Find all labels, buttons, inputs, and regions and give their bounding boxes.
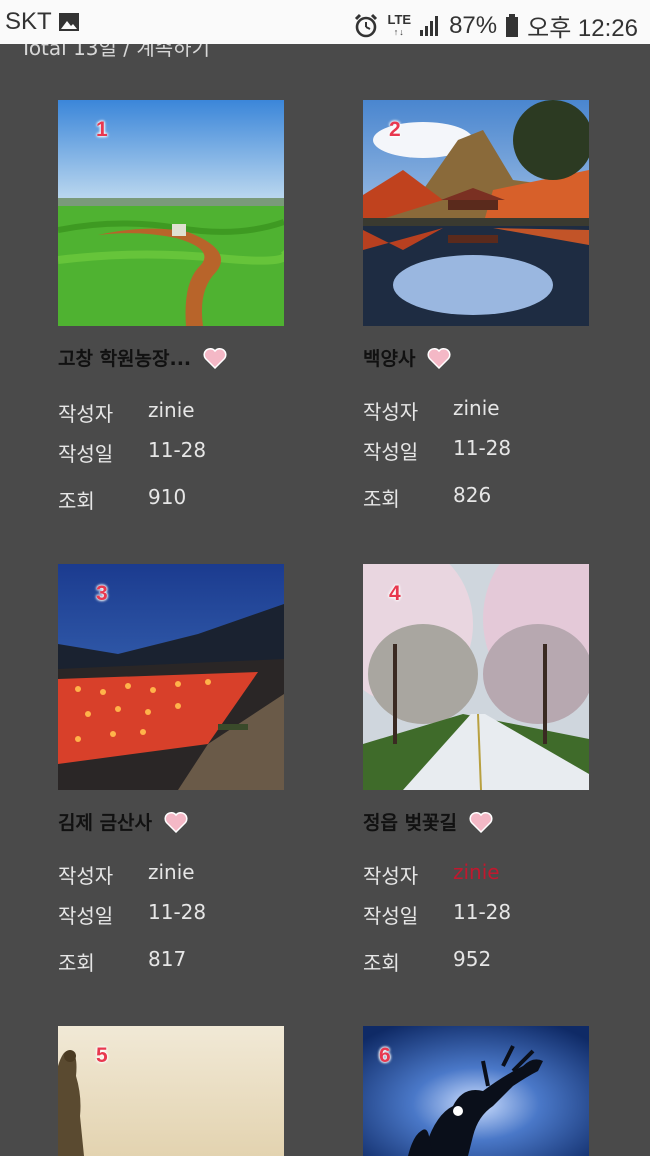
heart-icon[interactable] bbox=[427, 347, 451, 369]
date-value: 11-28 bbox=[148, 900, 207, 924]
views-value: 910 bbox=[148, 485, 187, 509]
views-label: 조회 bbox=[58, 489, 95, 513]
post-thumbnail[interactable]: 1 bbox=[58, 100, 284, 326]
green-field-image bbox=[58, 100, 284, 326]
author-value: zinie bbox=[453, 396, 500, 420]
views-label: 조회 bbox=[363, 487, 400, 511]
heart-icon[interactable] bbox=[164, 811, 188, 833]
date-label: 작성일 bbox=[363, 904, 419, 928]
author-label: 작성자 bbox=[58, 864, 114, 888]
lantern-festival-night-image bbox=[58, 564, 284, 790]
post-thumbnail[interactable]: 4 bbox=[363, 564, 589, 790]
date-value: 11-28 bbox=[453, 436, 512, 460]
post-thumbnail[interactable]: 6 bbox=[363, 1026, 589, 1156]
rank-number: 3 bbox=[96, 582, 108, 605]
post-thumbnail[interactable]: 5 bbox=[58, 1026, 284, 1156]
post-title[interactable]: 백양사 bbox=[363, 344, 415, 371]
views-label: 조회 bbox=[58, 951, 95, 975]
heart-icon[interactable] bbox=[469, 811, 493, 833]
views-value: 826 bbox=[453, 483, 492, 507]
post-title[interactable]: 고창 학원농장... bbox=[58, 344, 191, 371]
date-label: 작성일 bbox=[58, 904, 114, 928]
statue-sepia-image bbox=[58, 1026, 284, 1156]
date-label: 작성일 bbox=[363, 440, 419, 464]
author-value: zinie bbox=[148, 398, 195, 422]
rank-number: 1 bbox=[96, 118, 108, 141]
date-label: 작성일 bbox=[58, 442, 114, 466]
post-thumbnail[interactable]: 3 bbox=[58, 564, 284, 790]
views-label: 조회 bbox=[363, 951, 400, 975]
rank-number: 5 bbox=[96, 1044, 108, 1067]
post-grid: 1 고창 학원농장... 작성자 zinie 작성일 11-28 조회 910 bbox=[0, 0, 650, 1156]
rank-number: 2 bbox=[389, 118, 401, 141]
post-title[interactable]: 김제 금산사 bbox=[58, 808, 152, 835]
author-value: zinie bbox=[148, 860, 195, 884]
author-label: 작성자 bbox=[363, 400, 419, 424]
views-value: 952 bbox=[453, 947, 492, 971]
rank-number: 4 bbox=[389, 582, 401, 605]
dragon-silhouette-image bbox=[363, 1026, 589, 1156]
author-label: 작성자 bbox=[58, 402, 114, 426]
post-thumbnail[interactable]: 2 bbox=[363, 100, 589, 326]
rank-number: 6 bbox=[379, 1044, 391, 1067]
heart-icon[interactable] bbox=[203, 347, 227, 369]
date-value: 11-28 bbox=[148, 438, 207, 462]
author-value[interactable]: zinie bbox=[453, 860, 500, 884]
post-title[interactable]: 정읍 벚꽃길 bbox=[363, 808, 457, 835]
views-value: 817 bbox=[148, 947, 187, 971]
author-label: 작성자 bbox=[363, 864, 419, 888]
date-value: 11-28 bbox=[453, 900, 512, 924]
